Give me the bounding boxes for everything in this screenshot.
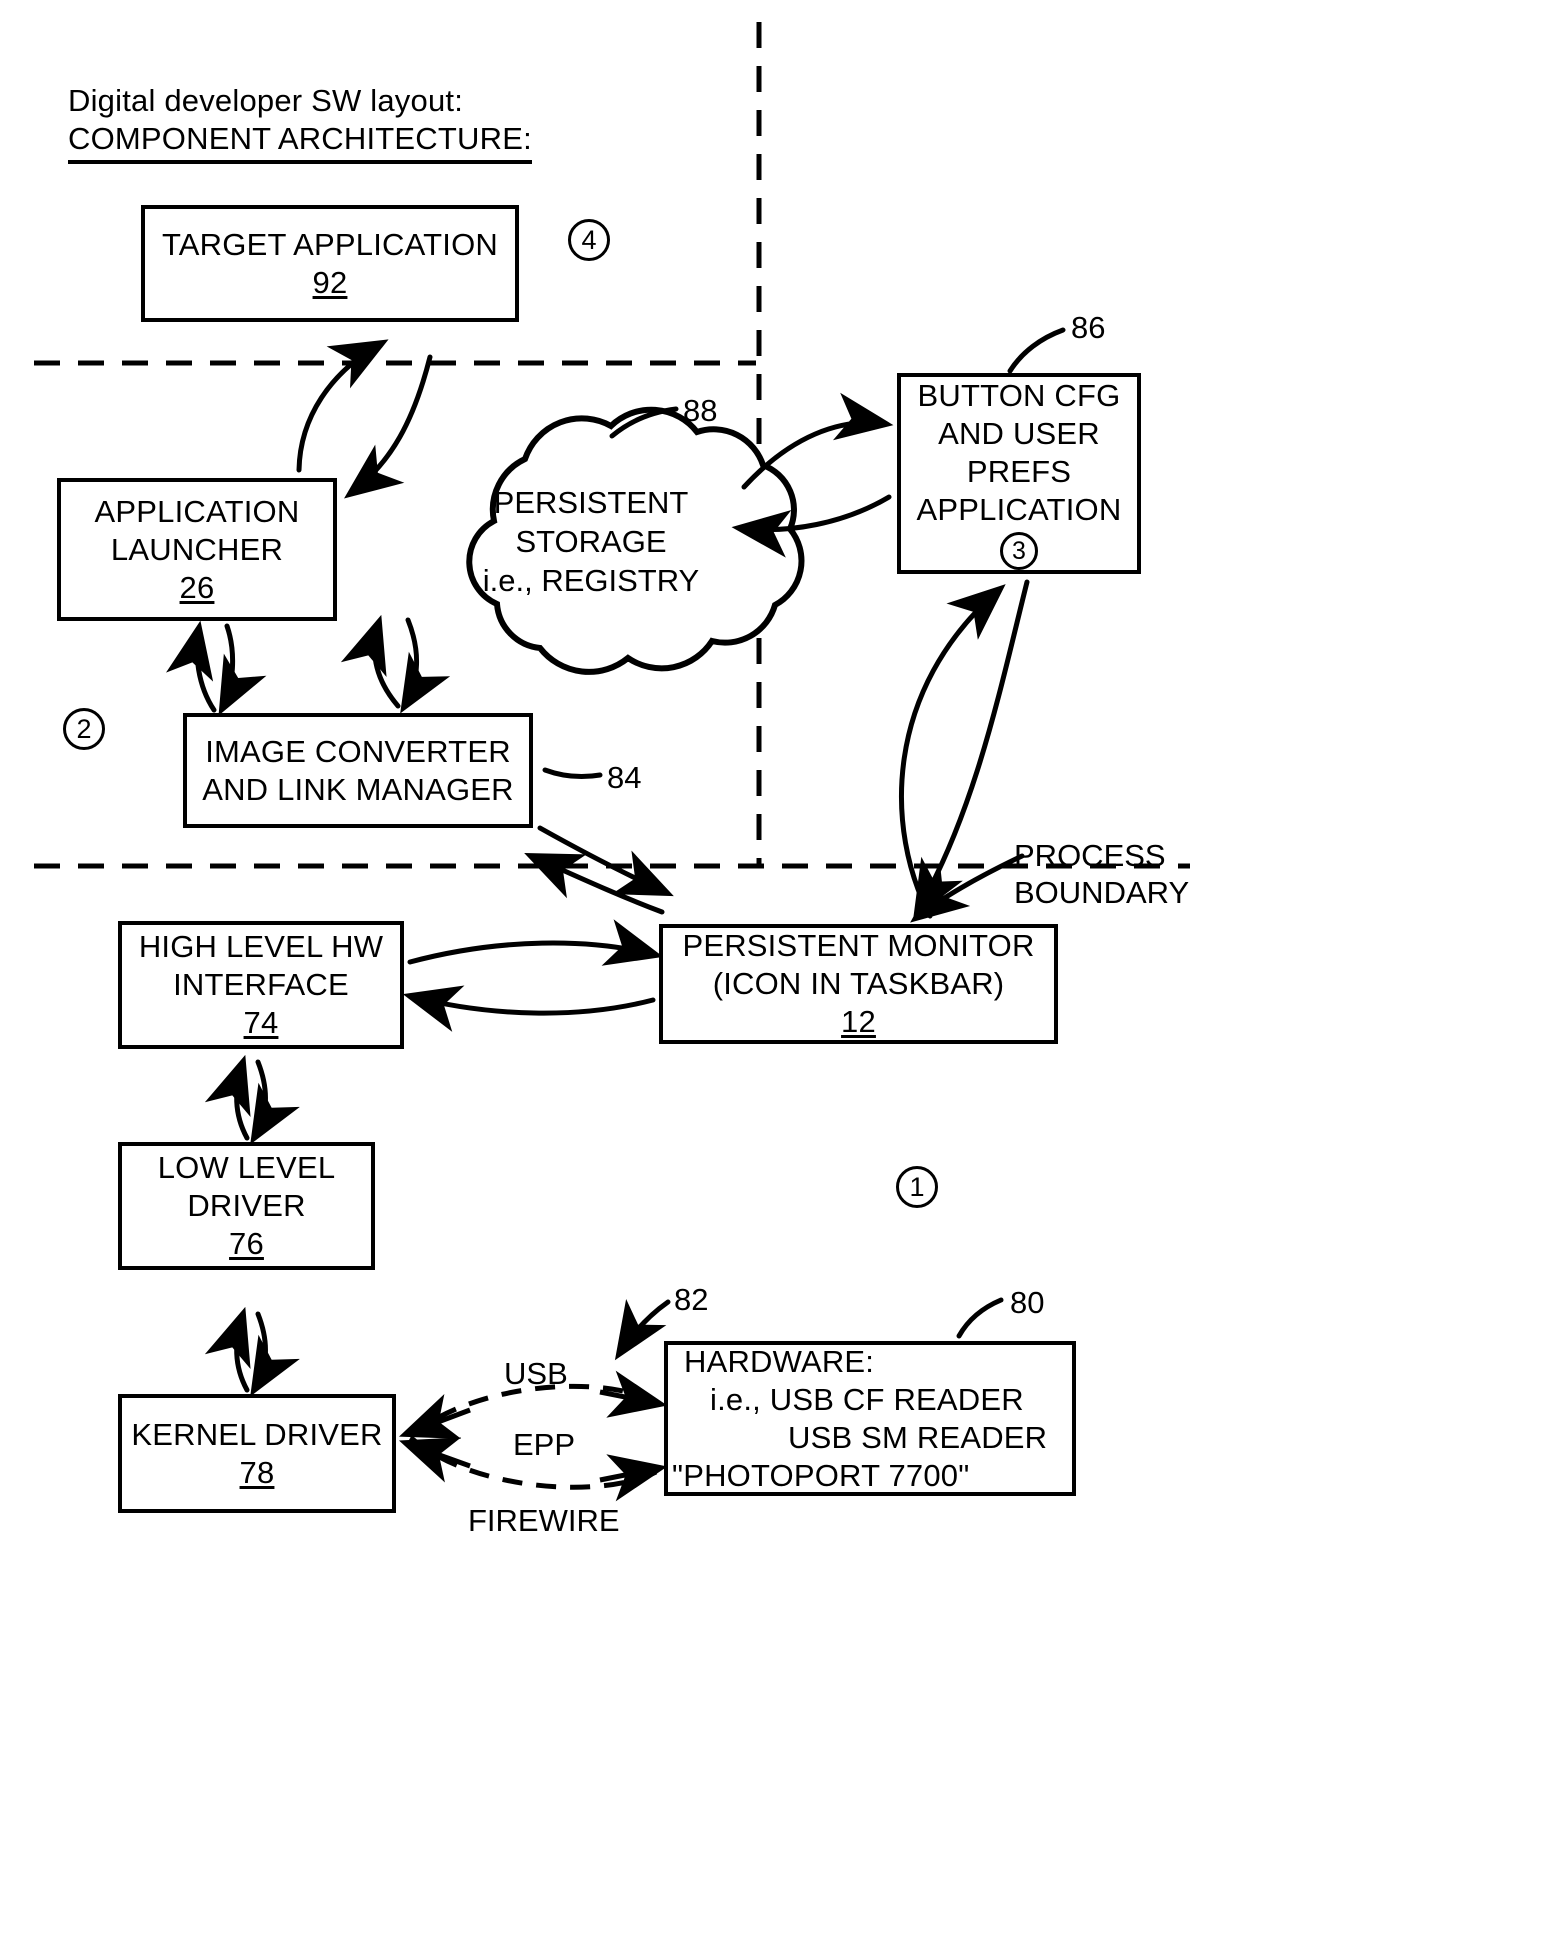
node-low-level-driver-ref: 76 bbox=[229, 1226, 264, 1261]
arrow-converter-to-monitor bbox=[537, 825, 674, 897]
arrow-bus-to-kernel-upper bbox=[398, 1393, 471, 1439]
node-application-launcher-ref: 26 bbox=[179, 569, 215, 605]
reference-numeral-86: 86 bbox=[1071, 310, 1106, 345]
node-persistent-storage-label-3: i.e., REGISTRY bbox=[482, 563, 700, 598]
arrow-highlevel-to-lowlevel bbox=[250, 1059, 300, 1145]
node-high-level-hw-label-1: HIGH LEVEL HW bbox=[138, 929, 384, 964]
node-kernel-driver: KERNEL DRIVER 78 bbox=[118, 1394, 396, 1513]
leader-82 bbox=[614, 1298, 671, 1361]
arrow-launcher-to-converter bbox=[218, 623, 267, 716]
leader-80 bbox=[956, 1297, 1004, 1339]
node-low-level-driver: LOW LEVEL DRIVER 76 bbox=[118, 1142, 375, 1270]
node-low-level-driver-label-1: LOW LEVEL bbox=[157, 1150, 336, 1185]
arrow-storage-to-converter bbox=[340, 614, 401, 709]
node-button-cfg-label-2: AND USER bbox=[938, 416, 1100, 451]
node-hardware-label-2: i.e., USB CF READER bbox=[710, 1381, 1024, 1417]
figure-title: Digital developer SW layout: COMPONENT A… bbox=[68, 82, 708, 164]
process-boundary-label-line-1: PROCESS bbox=[1014, 838, 1166, 873]
arrow-lowlevel-to-kernel bbox=[250, 1311, 300, 1397]
bus-label-usb: USB bbox=[504, 1356, 568, 1391]
reference-numeral-82: 82 bbox=[674, 1282, 709, 1317]
arrow-converter-to-storage bbox=[400, 617, 451, 714]
node-low-level-driver-label-2: DRIVER bbox=[187, 1188, 306, 1223]
node-application-launcher-label-2: LAUNCHER bbox=[110, 531, 284, 567]
step-marker-1: 1 bbox=[896, 1166, 938, 1208]
step-marker-4: 4 bbox=[568, 219, 610, 261]
node-high-level-hw-ref: 74 bbox=[243, 1005, 279, 1040]
node-kernel-driver-label-1: KERNEL DRIVER bbox=[131, 1416, 383, 1452]
node-application-launcher-label-1: APPLICATION bbox=[94, 493, 300, 529]
figure-title-line-1: Digital developer SW layout: bbox=[68, 83, 464, 118]
node-button-cfg-label-4: APPLICATION bbox=[916, 492, 1122, 527]
process-boundary-label-line-2: BOUNDARY bbox=[1014, 875, 1190, 910]
patent-figure-canvas: Digital developer SW layout: COMPONENT A… bbox=[0, 0, 1562, 1945]
node-image-converter-label-2: AND LINK MANAGER bbox=[202, 771, 514, 807]
node-persistent-storage-label-2: STORAGE bbox=[515, 524, 667, 559]
process-boundary-label: PROCESS BOUNDARY bbox=[1014, 837, 1189, 911]
node-persistent-monitor-ref: 12 bbox=[841, 1004, 876, 1039]
figure-title-line-2: COMPONENT ARCHITECTURE: bbox=[68, 120, 532, 164]
node-button-cfg-label-3: PREFS bbox=[966, 454, 1072, 489]
node-persistent-monitor: PERSISTENT MONITOR (ICON IN TASKBAR) 12 bbox=[659, 924, 1058, 1044]
node-kernel-driver-ref: 78 bbox=[239, 1454, 275, 1490]
node-high-level-hw-interface: HIGH LEVEL HW INTERFACE 74 bbox=[118, 921, 404, 1049]
node-hardware: HARDWARE: i.e., USB CF READER USB SM REA… bbox=[664, 1341, 1076, 1496]
node-persistent-monitor-label-2: (ICON IN TASKBAR) bbox=[712, 966, 1005, 1001]
arrow-lowlevel-to-highlevel bbox=[204, 1054, 251, 1141]
node-image-converter-and-link-manager: IMAGE CONVERTER AND LINK MANAGER bbox=[183, 713, 533, 828]
node-image-converter-label-1: IMAGE CONVERTER bbox=[205, 733, 511, 769]
step-marker-3-inline: 3 bbox=[1000, 532, 1038, 570]
bus-label-epp: EPP bbox=[513, 1427, 576, 1462]
leader-84 bbox=[542, 767, 603, 780]
arrow-target-to-launcher bbox=[344, 354, 433, 499]
node-target-application-label: TARGET APPLICATION bbox=[161, 226, 499, 262]
node-target-application-ref: 92 bbox=[312, 264, 348, 300]
arrow-kernel-to-lowlevel bbox=[204, 1306, 251, 1393]
leader-86 bbox=[1007, 327, 1066, 374]
reference-numeral-80: 80 bbox=[1010, 1285, 1045, 1320]
node-target-application: TARGET APPLICATION 92 bbox=[141, 205, 519, 322]
arrow-hwinterface-to-monitor bbox=[407, 919, 664, 966]
node-persistent-storage: PERSISTENT STORAGE i.e., REGISTRY bbox=[430, 483, 752, 600]
node-hardware-label-4: "PHOTOPORT 7700" bbox=[672, 1457, 970, 1493]
reference-numeral-84: 84 bbox=[607, 760, 642, 795]
bus-label-firewire: FIREWIRE bbox=[468, 1503, 620, 1538]
arrow-monitor-to-hwinterface bbox=[402, 985, 656, 1032]
node-button-cfg-and-user-prefs-application: BUTTON CFG AND USER PREFS APPLICATION 3 bbox=[897, 373, 1141, 574]
step-marker-2: 2 bbox=[63, 708, 105, 750]
arrow-bus-to-kernel-lower bbox=[398, 1437, 471, 1483]
arrow-converter-to-launcher bbox=[166, 620, 217, 713]
node-persistent-monitor-label-1: PERSISTENT MONITOR bbox=[682, 928, 1035, 963]
node-persistent-storage-label-1: PERSISTENT bbox=[493, 485, 689, 520]
node-hardware-label-1: HARDWARE: bbox=[684, 1343, 875, 1379]
reference-numeral-88: 88 bbox=[683, 393, 718, 428]
node-high-level-hw-label-2: INTERFACE bbox=[173, 967, 349, 1002]
node-button-cfg-label-1: BUTTON CFG bbox=[917, 378, 1121, 413]
node-hardware-label-3: USB SM READER bbox=[788, 1419, 1048, 1455]
node-application-launcher: APPLICATION LAUNCHER 26 bbox=[57, 478, 337, 621]
